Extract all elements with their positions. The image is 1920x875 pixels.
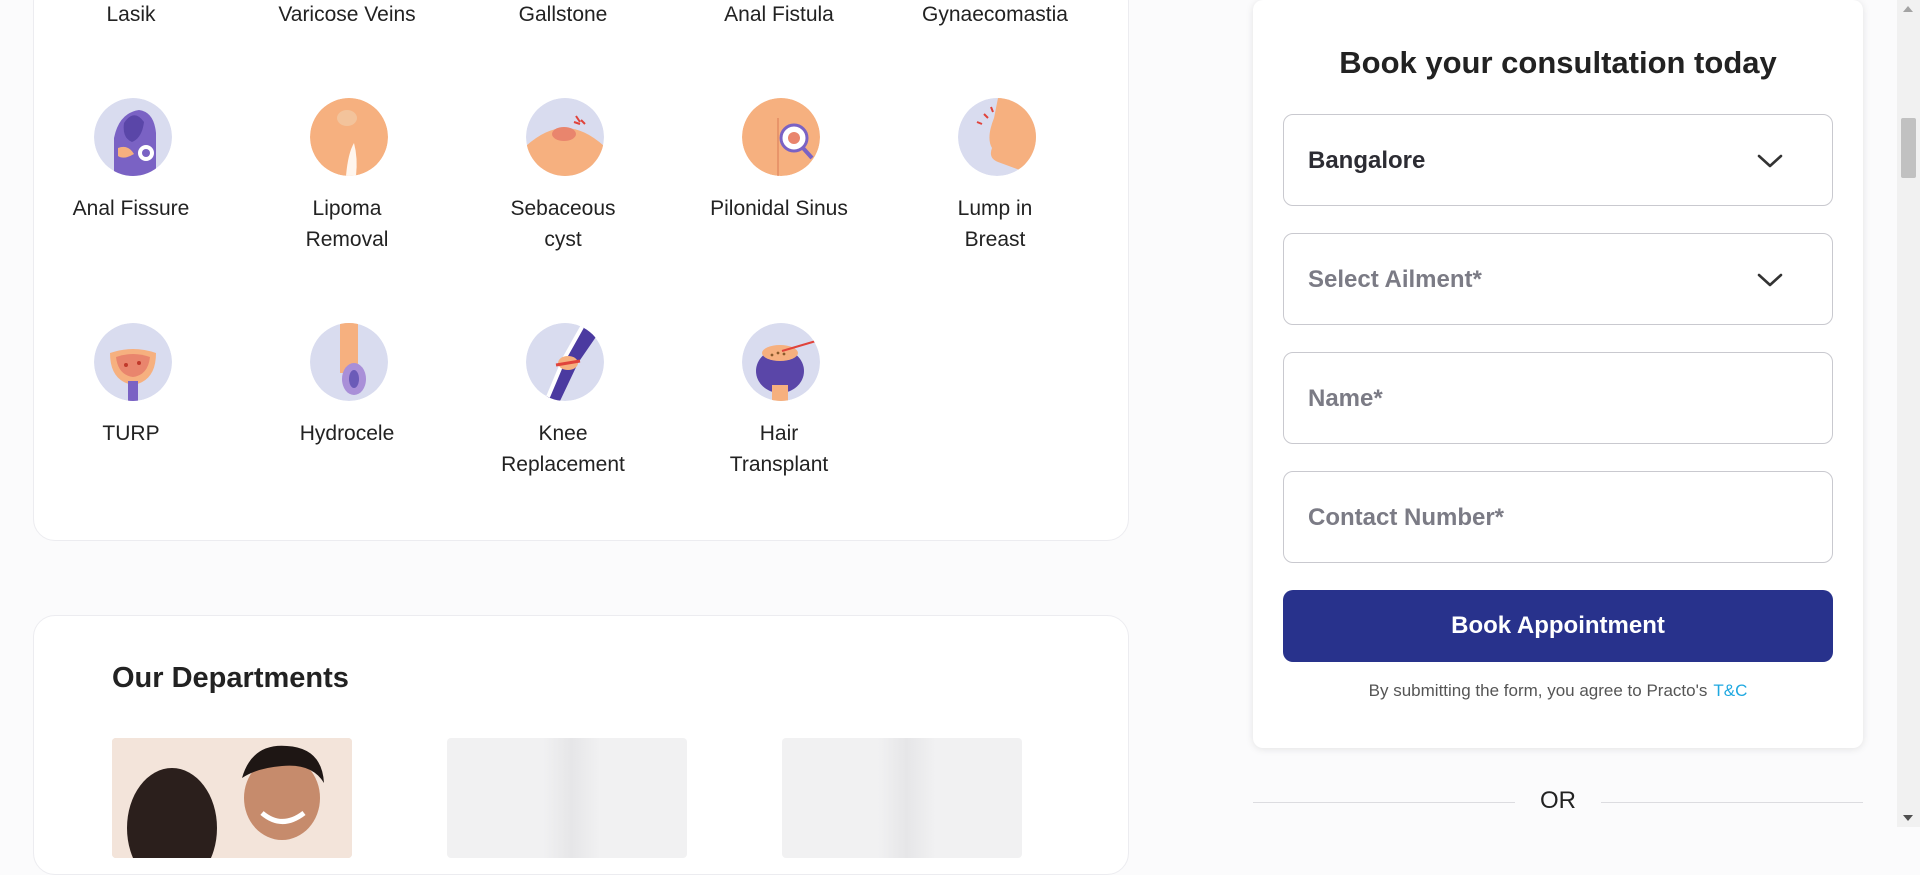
scrollbar-thumb[interactable] <box>1901 118 1916 178</box>
ailment-label-line2: Replacement <box>501 453 625 476</box>
ailment-label-line1: Pilonidal Sinus <box>710 197 848 220</box>
ailments-card: Lasik Varicose Veins Gallstone Anal Fist… <box>33 0 1129 541</box>
department-photo-icon <box>112 738 352 858</box>
department-image[interactable] <box>112 738 352 858</box>
contact-number-placeholder: Contact Number* <box>1308 504 1505 531</box>
department-image-loading[interactable] <box>782 738 1022 858</box>
turp-icon <box>94 323 172 401</box>
ailment-label-line1: Lump in <box>957 197 1033 220</box>
chevron-down-icon <box>1757 273 1783 287</box>
hair-transplant-icon <box>742 323 820 401</box>
name-input-placeholder: Name* <box>1308 385 1383 412</box>
ailment-select[interactable]: Select Ailment* <box>1283 233 1833 325</box>
ailment-gallstone[interactable]: Gallstone <box>463 0 663 30</box>
ailment-label-line2: Transplant <box>729 453 829 476</box>
ailment-label-line1: Hair <box>759 422 799 445</box>
terms-notice: By submitting the form, you agree to Pra… <box>1253 680 1863 702</box>
contact-number-input[interactable]: Contact Number* <box>1283 471 1833 563</box>
hydrocele-icon <box>310 323 388 401</box>
departments-card: Our Departments <box>33 615 1129 875</box>
knee-replacement-icon <box>526 323 604 401</box>
booking-form: Book your consultation today Bangalore S… <box>1253 0 1863 748</box>
page-scrollbar[interactable] <box>1897 0 1920 827</box>
ailment-label-line1: Anal Fissure <box>72 197 190 220</box>
anal-fissure-icon <box>94 98 172 176</box>
department-image-loading[interactable] <box>447 738 687 858</box>
terms-link[interactable]: T&C <box>1713 681 1747 700</box>
chevron-down-icon <box>1757 154 1783 168</box>
ailment-label-line2: Removal <box>305 228 389 251</box>
scroll-up-arrow-icon[interactable] <box>1903 6 1913 12</box>
city-select[interactable]: Bangalore <box>1283 114 1833 206</box>
terms-text: By submitting the form, you agree to Pra… <box>1368 681 1708 700</box>
sebaceous-cyst-icon <box>526 98 604 176</box>
ailment-label-line2: Breast <box>964 228 1026 251</box>
or-divider: OR <box>1253 785 1863 819</box>
lipoma-removal-icon <box>310 98 388 176</box>
pilonidal-sinus-icon <box>742 98 820 176</box>
ailment-lasik[interactable]: Lasik <box>31 0 231 30</box>
ailment-label-line1: Lipoma <box>312 197 382 220</box>
ailment-select-placeholder: Select Ailment* <box>1308 266 1482 293</box>
ailment-varicose-veins[interactable]: Varicose Veins <box>247 0 447 30</box>
ailment-label-line1: Hydrocele <box>299 422 395 445</box>
ailment-gynaecomastia[interactable]: Gynaecomastia <box>895 0 1095 30</box>
city-select-value: Bangalore <box>1308 147 1426 174</box>
ailment-label-line2: cyst <box>544 228 582 251</box>
form-title: Book your consultation today <box>1339 45 1777 80</box>
book-appointment-button[interactable]: Book Appointment <box>1283 590 1833 662</box>
ailment-label-line1: TURP <box>102 422 160 445</box>
lump-in-breast-icon <box>958 98 1036 176</box>
ailment-anal-fistula[interactable]: Anal Fistula <box>679 0 879 30</box>
name-input[interactable]: Name* <box>1283 352 1833 444</box>
ailment-label-line1: Knee <box>538 422 588 445</box>
scroll-down-arrow-icon[interactable] <box>1903 815 1913 821</box>
departments-title: Our Departments <box>112 662 349 694</box>
or-text: OR <box>1540 787 1576 814</box>
ailment-label-line1: Sebaceous <box>510 197 616 220</box>
